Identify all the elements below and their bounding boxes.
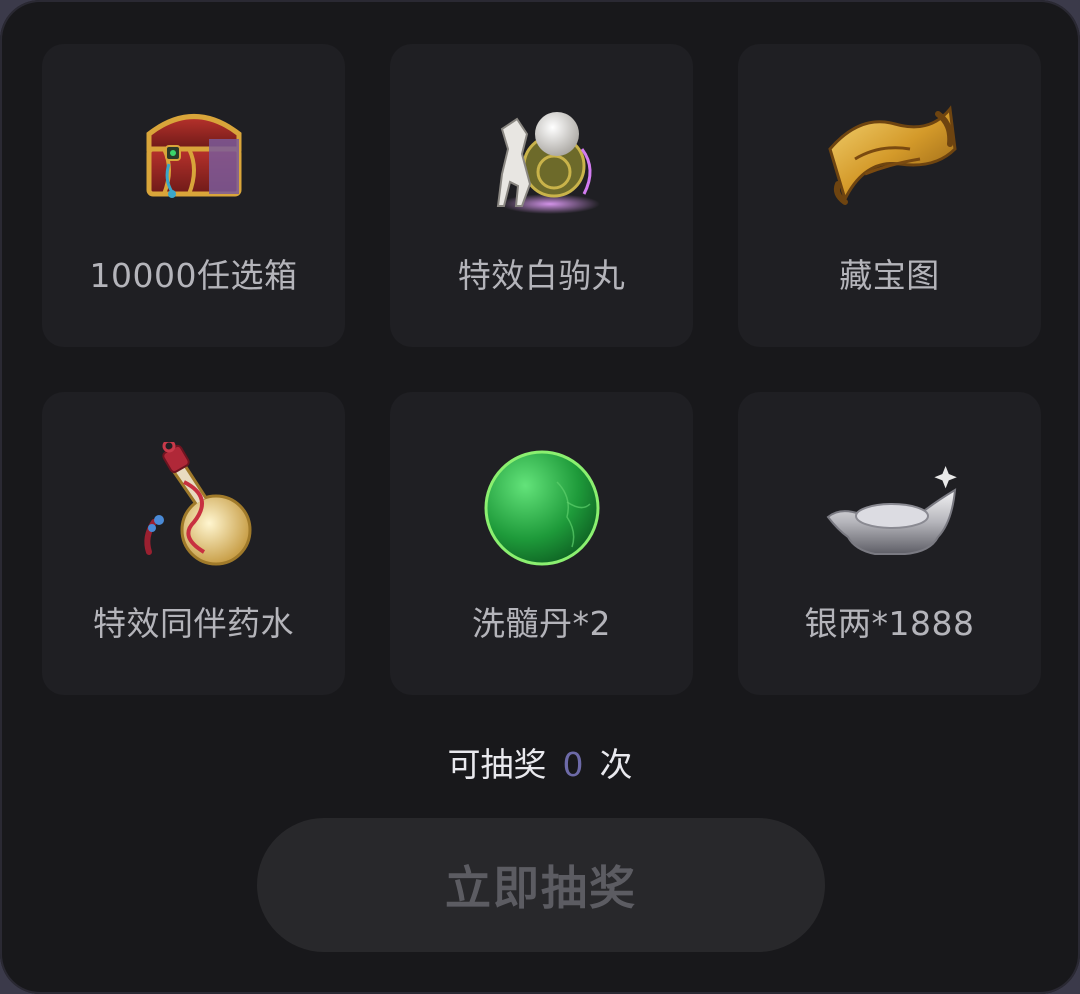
green-pill-icon: [472, 442, 612, 572]
draw-count-suffix: 次: [599, 745, 633, 784]
prize-card: 银两*1888: [738, 392, 1041, 695]
prize-label: 洗髓丹*2: [472, 604, 611, 643]
prize-card: 特效同伴药水: [42, 392, 345, 695]
draw-count-info: 可抽奖 0 次: [0, 738, 1080, 786]
treasure-chest-icon: [124, 94, 264, 224]
prize-grid: 10000任选箱 特效白驹丸 藏宝图 特效同伴药水 洗髓丹*2 银两*1888: [42, 44, 1042, 695]
companion-potion-icon: [124, 439, 264, 572]
draw-now-button[interactable]: 立即抽奖: [257, 818, 825, 952]
draw-count-prefix: 可抽奖: [447, 745, 547, 784]
prize-label: 藏宝图: [839, 256, 940, 295]
silver-ingot-icon: [820, 442, 960, 572]
lottery-panel: 10000任选箱 特效白驹丸 藏宝图 特效同伴药水 洗髓丹*2 银两*1888 …: [0, 0, 1080, 994]
prize-card: 特效白驹丸: [390, 44, 693, 347]
treasure-map-icon: [820, 94, 960, 224]
prize-card: 10000任选箱: [42, 44, 345, 347]
prize-label: 10000任选箱: [89, 256, 298, 295]
draw-count-value: 0: [562, 745, 584, 784]
prize-label: 银两*1888: [804, 604, 975, 643]
prize-label: 特效同伴药水: [93, 604, 294, 643]
prize-label: 特效白驹丸: [457, 256, 626, 295]
white-horse-pill-icon: [472, 94, 612, 224]
prize-card: 藏宝图: [738, 44, 1041, 347]
prize-card: 洗髓丹*2: [390, 392, 693, 695]
